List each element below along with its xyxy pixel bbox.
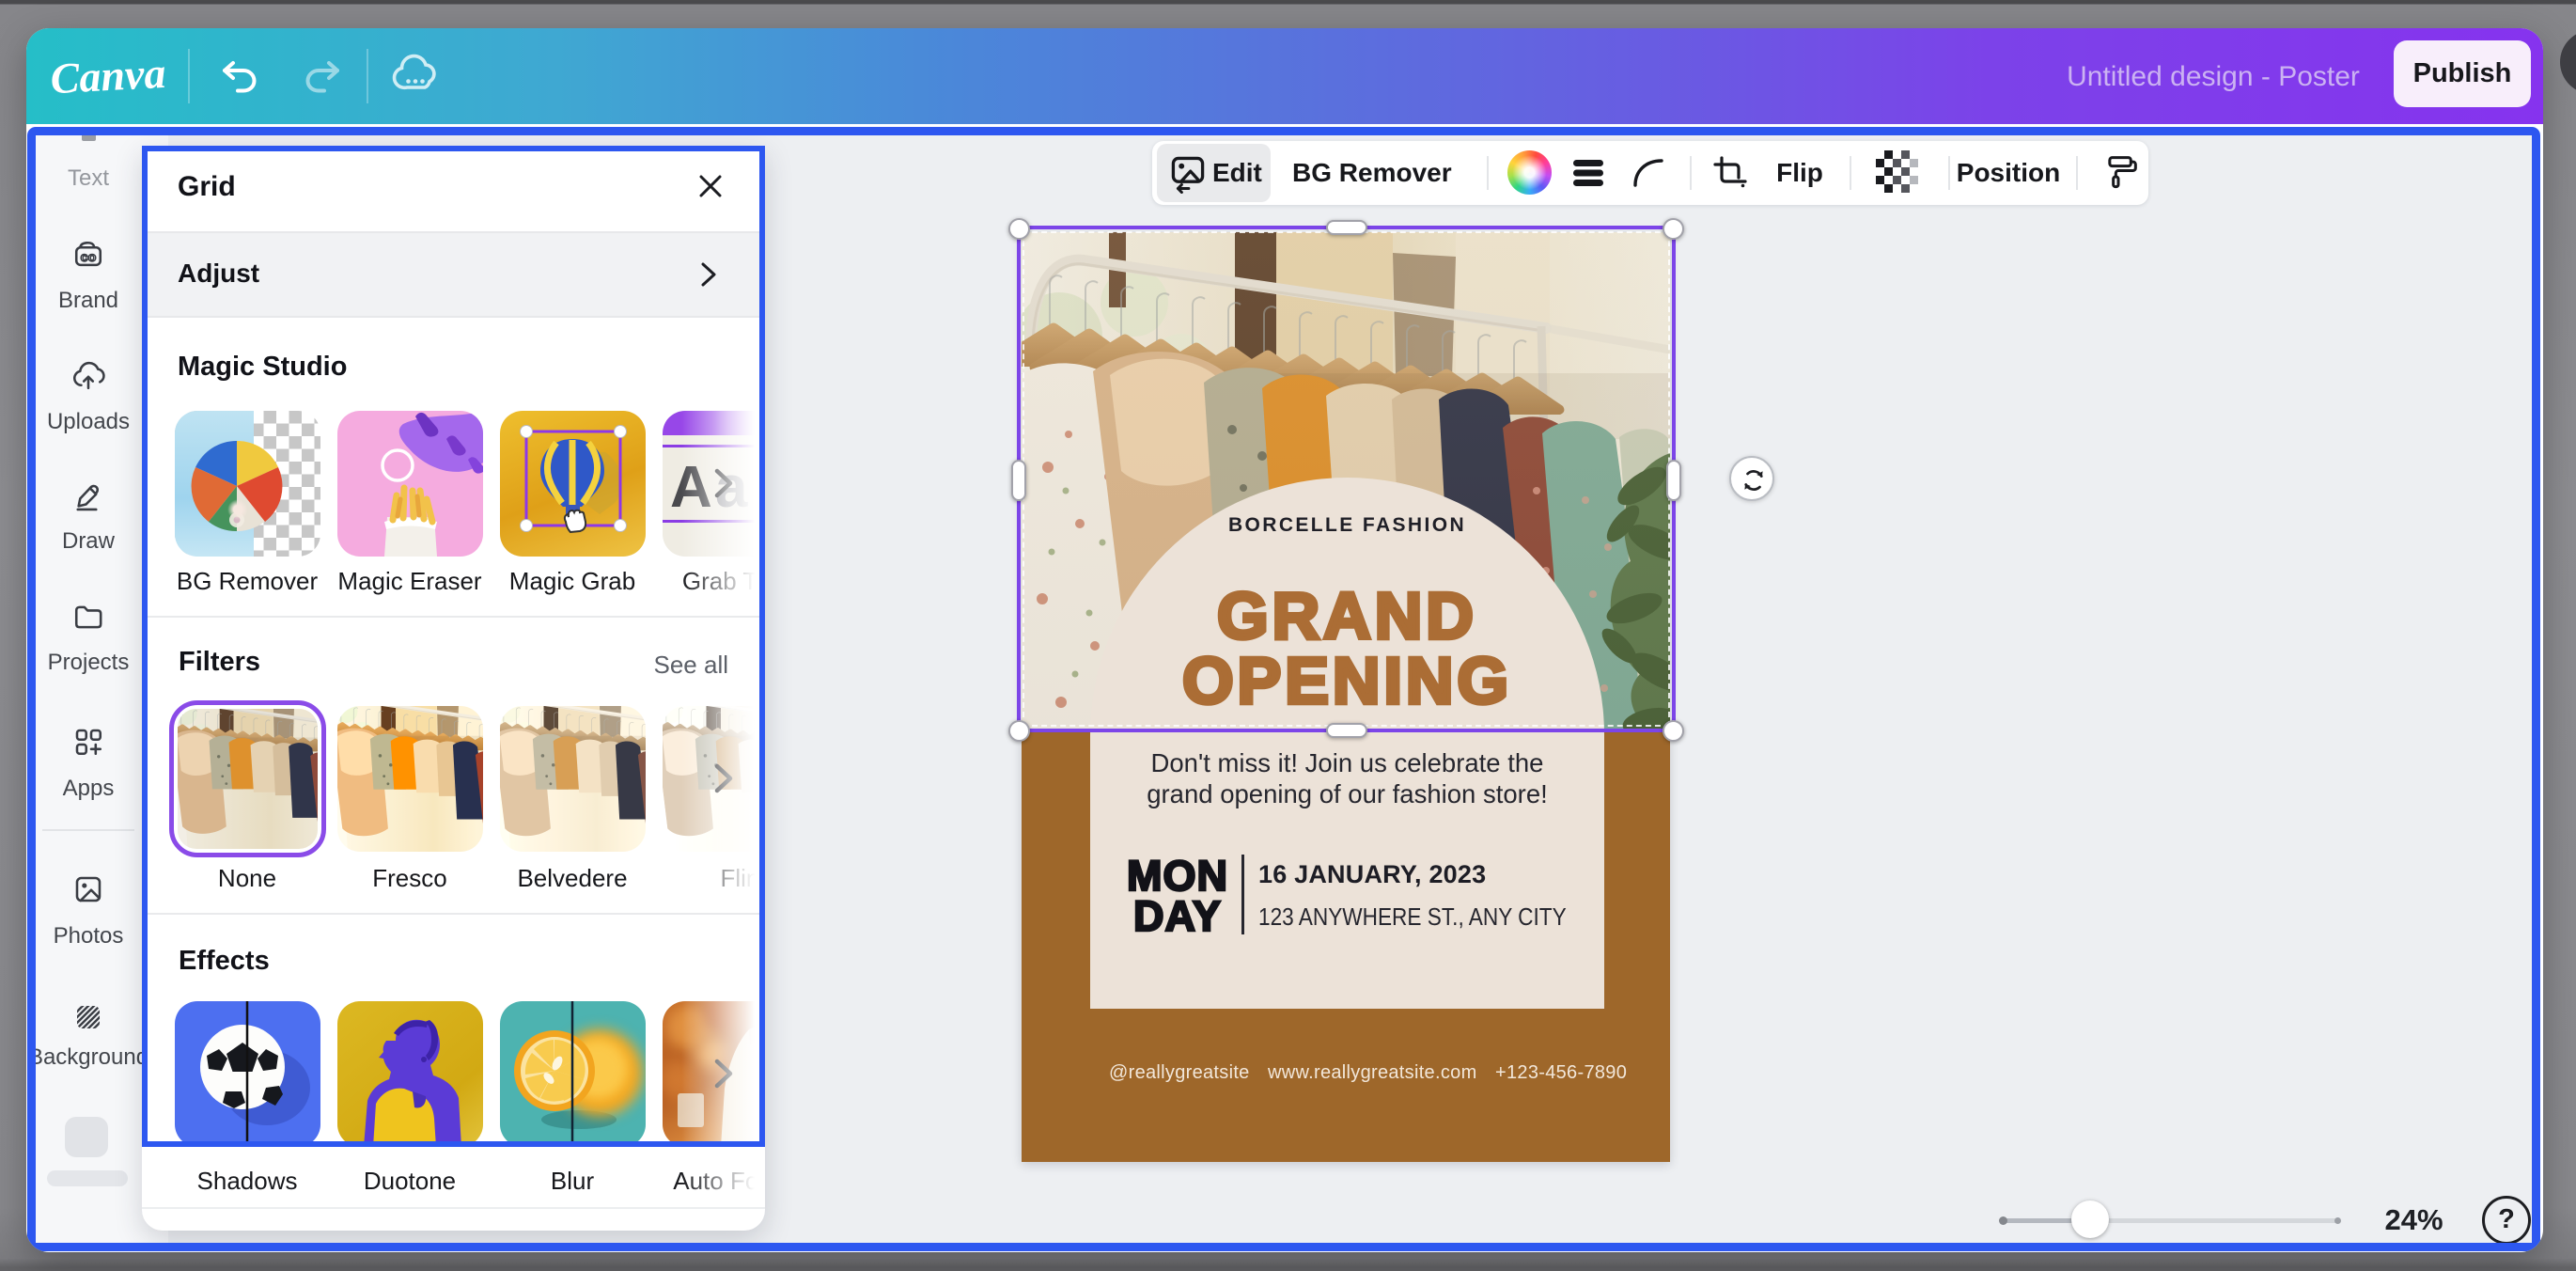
svg-text:co: co — [81, 250, 97, 265]
svg-text:Canva: Canva — [49, 49, 166, 102]
